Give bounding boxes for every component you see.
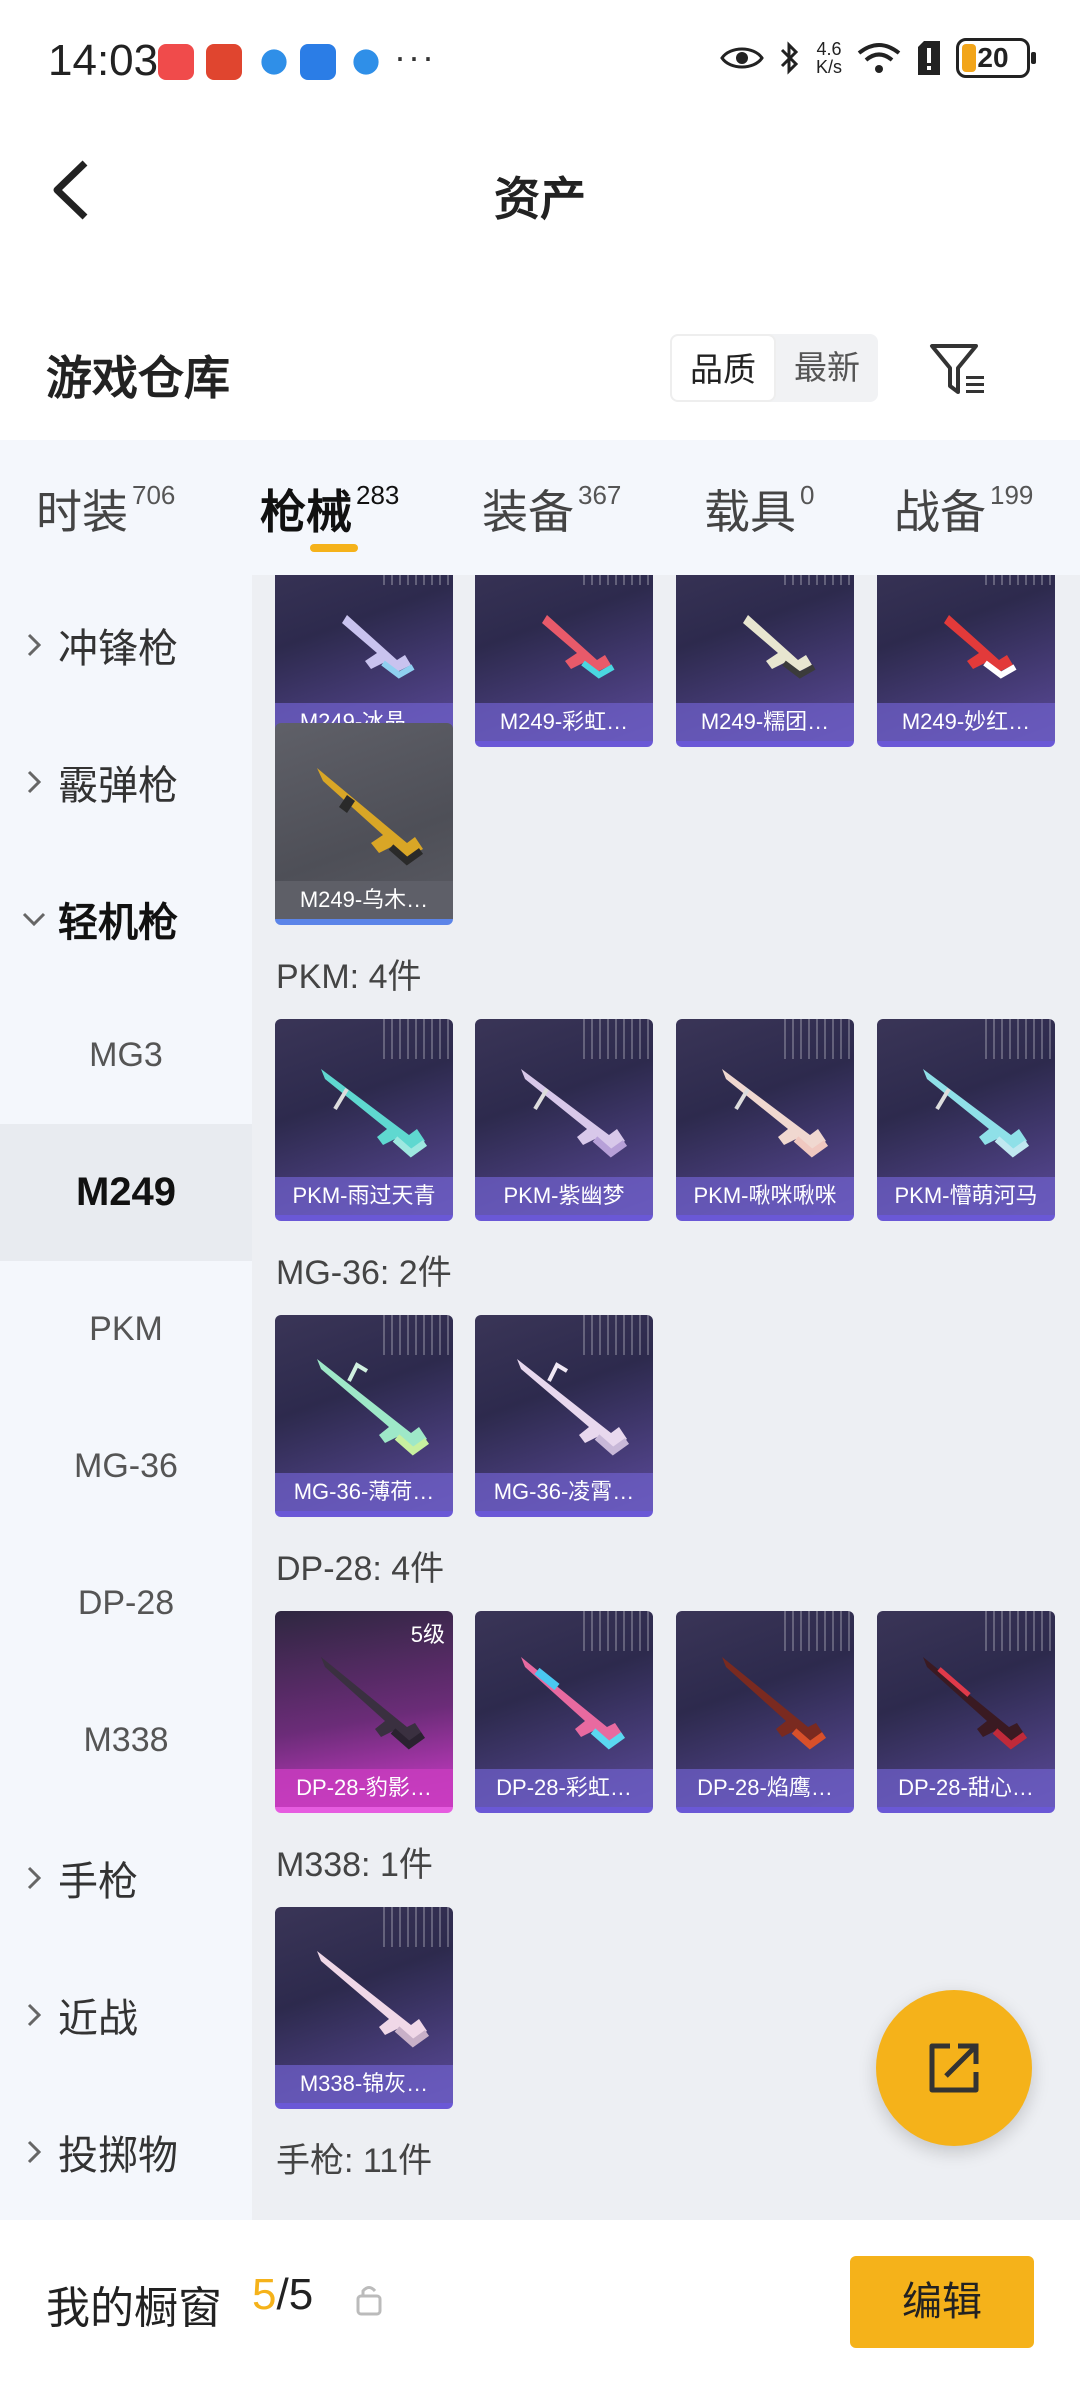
sidebar-item-lmg[interactable]: 轻机枪	[0, 850, 252, 987]
category-tabs: 时装 706 枪械 283 装备 367 载具 0 战备 199	[0, 440, 1080, 575]
rifle-icon	[317, 1359, 430, 1456]
rifle-icon	[923, 1657, 1028, 1750]
tab-fashion[interactable]: 时装 706	[36, 476, 175, 542]
rifle-icon	[317, 768, 424, 866]
chevron-right-icon	[27, 2003, 41, 2026]
weapon-card[interactable]: M249-彩虹…	[475, 575, 653, 747]
browser-notification-icon	[261, 49, 287, 75]
filter-icon	[930, 344, 984, 394]
machine-gun-icon	[321, 1069, 428, 1158]
tab-equipment[interactable]: 装备 367	[482, 476, 621, 542]
group-label-dp28: DP-28: 4件	[276, 1550, 445, 1588]
weapon-card[interactable]: 5级 DP-28-豹影…	[275, 1611, 453, 1813]
weapon-card[interactable]: M338-锦灰…	[275, 1907, 453, 2109]
machine-gun-icon	[521, 1069, 628, 1158]
share-icon	[929, 2043, 979, 2093]
sidebar-item-smg[interactable]: 冲锋枪	[0, 576, 252, 713]
wifi-icon	[857, 43, 901, 73]
network-speed: 4.6 K/s	[815, 39, 842, 77]
group-label-pkm: PKM: 4件	[276, 958, 422, 996]
rifle-icon	[517, 1359, 630, 1456]
weapon-card[interactable]: DP-28-焰鹰…	[676, 1611, 854, 1813]
weapon-card[interactable]: M249-妙红…	[877, 575, 1055, 747]
bluetooth-icon	[780, 41, 799, 75]
weapon-grid: M249-冰晶… M249-彩虹… M249-糯团… M249-妙红… M249…	[252, 575, 1080, 2220]
sidebar-item-dp28[interactable]: DP-28	[0, 1535, 252, 1672]
weapon-card[interactable]: PKM-紫幽梦	[475, 1019, 653, 1221]
showcase-title: 我的橱窗	[46, 2284, 222, 2333]
group-label-mg36: MG-36: 2件	[276, 1254, 452, 1292]
weapon-type-sidebar: 冲锋枪 霰弹枪 轻机枪 MG3 M249 PKM MG-36 DP-28 M33…	[0, 575, 252, 2220]
sidebar-item-m338[interactable]: M338	[0, 1672, 252, 1809]
tab-firearms[interactable]: 枪械 283	[260, 476, 399, 542]
sidebar-item-mg36[interactable]: MG-36	[0, 1398, 252, 1535]
tab-supplies[interactable]: 战备 199	[894, 476, 1033, 542]
weapon-card[interactable]: DP-28-彩虹…	[475, 1611, 653, 1813]
weapon-card[interactable]: PKM-啾咪啾咪	[676, 1019, 854, 1221]
sim-alert-icon	[918, 41, 940, 75]
more-notifications-icon: ···	[394, 36, 436, 77]
rifle-icon	[321, 1657, 426, 1750]
browser-notification-icon-2	[353, 49, 379, 75]
weapon-card[interactable]: MG-36-凌霄…	[475, 1315, 653, 1517]
weapon-card[interactable]: M249-冰晶…	[275, 575, 453, 747]
tab-vehicles[interactable]: 载具 0	[704, 476, 814, 542]
app-header: 资产	[0, 125, 1080, 255]
bluetooth-notification-icon	[300, 44, 336, 80]
machine-gun-icon	[923, 1069, 1030, 1158]
status-time: 14:03	[48, 36, 159, 85]
chevron-right-icon	[27, 770, 41, 793]
rifle-icon	[944, 615, 1017, 679]
showcase-bar: 我的橱窗 5/5 编辑	[0, 2220, 1080, 2382]
sidebar-item-m249[interactable]: M249	[0, 1124, 252, 1261]
warehouse-header: 游戏仓库 品质 最新	[0, 310, 1080, 440]
rifle-icon	[542, 615, 615, 679]
weapon-card[interactable]: DP-28-甜心…	[877, 1611, 1055, 1813]
rifle-icon	[521, 1657, 626, 1750]
weapon-card[interactable]: M249-乌木…	[275, 723, 453, 925]
active-tab-indicator	[310, 544, 358, 552]
sort-quality[interactable]: 品质	[670, 334, 776, 402]
sidebar-item-mg3[interactable]: MG3	[0, 987, 252, 1124]
edit-button[interactable]: 编辑	[850, 2256, 1034, 2348]
rifle-icon	[342, 615, 415, 679]
sidebar-item-shotgun[interactable]: 霰弹枪	[0, 713, 252, 850]
machine-gun-icon	[722, 1069, 829, 1158]
rifle-icon	[317, 1951, 430, 2048]
eye-icon	[720, 47, 764, 69]
sort-toggle: 品质 最新	[670, 334, 878, 402]
shopping-app-notification-icon	[158, 44, 194, 80]
section-title: 游戏仓库	[46, 352, 230, 404]
weapon-card[interactable]: PKM-懵萌河马	[877, 1019, 1055, 1221]
battery-indicator: 20	[956, 38, 1036, 78]
sidebar-item-melee[interactable]: 近战	[0, 1946, 252, 2083]
showcase-count: 5/5	[252, 2270, 314, 2319]
sidebar-item-pistol[interactable]: 手枪	[0, 1809, 252, 1946]
rifle-icon	[743, 615, 816, 679]
sort-newest[interactable]: 最新	[776, 334, 878, 402]
chevron-right-icon	[27, 633, 41, 656]
sidebar-item-throwable[interactable]: 投掷物	[0, 2083, 252, 2220]
weapon-card[interactable]: PKM-雨过天青	[275, 1019, 453, 1221]
share-button[interactable]	[876, 1990, 1032, 2146]
weapon-card[interactable]: MG-36-薄荷…	[275, 1315, 453, 1517]
chevron-right-icon	[27, 2140, 41, 2163]
weapon-card[interactable]: M249-糯团…	[676, 575, 854, 747]
rifle-icon	[722, 1657, 827, 1750]
chevron-right-icon	[27, 1866, 41, 1889]
filter-button[interactable]	[926, 338, 990, 402]
status-bar: 14:03 ··· 4.6 K/s 20	[0, 0, 1080, 125]
group-label-pistol: 手枪: 11件	[276, 2142, 433, 2180]
group-label-m338: M338: 1件	[276, 1846, 433, 1884]
sidebar-item-pkm[interactable]: PKM	[0, 1261, 252, 1398]
page-title: 资产	[494, 173, 586, 225]
alert-app-notification-icon	[206, 44, 242, 80]
lock-icon	[356, 2286, 382, 2316]
chevron-down-icon	[22, 912, 46, 926]
